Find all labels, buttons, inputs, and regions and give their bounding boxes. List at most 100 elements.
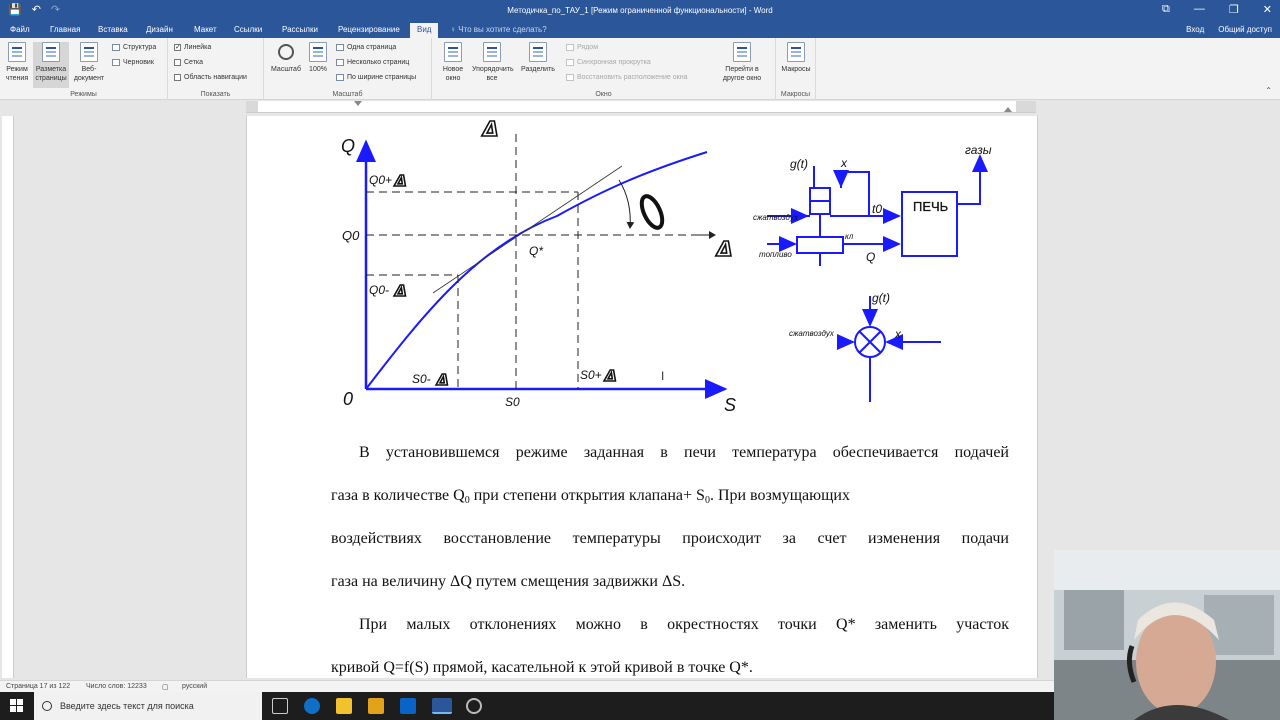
group-macros: Макросы Макросы [776,38,816,100]
app-icon[interactable] [466,698,482,714]
proofing-icon[interactable]: ▢ [162,683,169,691]
ruler-right-margin [1016,101,1036,112]
s0-label: S0 [505,395,520,409]
text-cursor-icon: I [661,369,664,383]
tangent-line [432,165,623,294]
sync-scroll-icon [566,59,574,66]
outline-icon [112,44,120,51]
ribbon-display-icon[interactable]: ⧉ [1162,3,1170,16]
reset-position-button[interactable]: Восстановить расположение окна [566,74,687,81]
task-view-icon[interactable] [272,698,288,714]
reset-position-icon [566,74,574,81]
close-button[interactable]: ✕ [1263,3,1272,16]
sync-scroll-button[interactable]: Синхронная прокрутка [566,59,651,66]
tab-view[interactable]: Вид [410,23,439,38]
tab-layout[interactable]: Макет [194,25,217,34]
tab-home[interactable]: Главная [50,25,80,34]
delta-q-plus-icon: Δ [394,172,407,190]
text-line: При малых отклонениях можно в окрестност… [359,616,1009,633]
webcam-image [1054,550,1280,720]
group-label-show: Показать [200,91,231,98]
zoom-100-button[interactable]: 100% [306,42,330,74]
word-count[interactable]: Число слов: 12233 [86,683,147,690]
paragraph-1: В установившемся режиме заданная в печи … [331,431,1009,603]
right-indent-marker-icon[interactable] [1004,107,1012,112]
indent-marker-icon[interactable] [354,101,362,106]
y-axis-label: Q [341,136,355,156]
split-icon [529,42,547,62]
text-span: . При возмущающих [709,487,850,504]
junction-gt-label: g(t) [872,291,890,305]
delta-s-minus-icon: Δ [436,371,449,389]
side-by-side-button[interactable]: Рядом [566,44,598,51]
macros-icon [787,42,805,62]
s0-plus-label: S0+ [580,368,602,382]
page-count[interactable]: Страница 17 из 122 [6,683,70,690]
delta-s-right-icon: Δ [715,237,732,261]
outline-button[interactable]: Структура [112,44,156,51]
print-layout-button[interactable]: Разметка страницы [33,42,69,88]
draft-button[interactable]: Черновик [112,59,154,66]
minimize-button[interactable]: — [1194,3,1205,16]
tab-design[interactable]: Дизайн [146,25,173,34]
ribbon-tabs: Файл Главная Вставка Дизайн Макет Ссылки… [0,22,1280,38]
share-button[interactable]: Общий доступ [1218,25,1272,34]
delta-q-minus-icon: Δ [394,282,407,300]
maximize-button[interactable]: ❐ [1229,3,1239,16]
text-line: газа в количестве Q0 при степени открыти… [331,474,1009,517]
collapse-ribbon-icon[interactable]: ⌃ [1265,86,1272,95]
ruler-checkbox[interactable]: ✓ Линейка [174,44,211,51]
tab-mailings[interactable]: Рассылки [282,25,318,34]
summing-junction [837,296,941,402]
nav-pane-checkbox[interactable]: Область навигации [174,74,247,81]
arrange-all-button[interactable]: Упорядочить все [472,42,514,83]
furnace-label: ПЕЧЬ [913,199,948,214]
tab-references[interactable]: Ссылки [234,25,262,34]
q-star-label: Q* [529,244,543,258]
text-line: воздействиях восстановление температуры … [331,530,1009,547]
delta-symbols: Δ Δ Δ Δ Δ Δ [393,116,733,390]
split-button[interactable]: Разделить [518,42,558,74]
search-icon [42,701,52,711]
multi-page-button[interactable]: Несколько страниц [336,59,409,66]
vertical-ruler[interactable] [2,116,14,678]
store-icon[interactable] [368,698,384,714]
mail-icon[interactable] [400,698,416,714]
tell-me-search[interactable]: ♀ Что вы хотите сделать? [450,25,547,34]
edge-icon[interactable] [304,698,320,714]
text-span: при степени открытия клапана+ S [469,487,705,504]
tab-insert[interactable]: Вставка [98,25,128,34]
delta-q-top-icon: Δ [481,117,498,141]
text-line: газа на величину ΔQ путем смещения задви… [331,573,686,590]
start-button[interactable] [0,692,34,720]
file-explorer-icon[interactable] [336,698,352,714]
new-window-button[interactable]: Новое окно [436,42,470,83]
diagram-figure: Q S 0 Q0 Q0+ Q0- S0 S0+ S0- Q* Δ Δ Δ Δ Δ… [341,116,992,415]
s0-minus-label: S0- [412,372,431,386]
taskbar-search[interactable]: Введите здесь текст для поиска [34,692,262,720]
tab-file[interactable]: Файл [10,25,30,34]
one-page-button[interactable]: Одна страница [336,44,396,51]
word-icon[interactable] [432,698,452,714]
zoom-button[interactable]: Масштаб [268,42,304,74]
gridlines-checkbox[interactable]: Сетка [174,59,203,66]
web-layout-button[interactable]: Веб-документ [72,42,106,83]
group-show: ✓ Линейка Сетка Область навигации Показат… [168,38,264,100]
page-width-button[interactable]: По ширине страницы [336,74,416,81]
signin-link[interactable]: Вход [1186,25,1204,34]
magnifier-icon [278,44,294,60]
text-span: газа в количестве Q [331,487,465,504]
tab-review[interactable]: Рецензирование [338,25,400,34]
junction-air-label: сжатвоздух [789,329,835,338]
horizontal-ruler[interactable] [246,101,1036,113]
switch-window-button[interactable]: Перейти в другое окно [716,42,768,83]
t0-label: t0 [872,202,882,216]
macros-button[interactable]: Макросы [778,42,814,74]
q0-plus-label: Q0+ [369,173,392,187]
angle-arc [618,179,635,229]
read-mode-button[interactable]: Режим чтения [2,42,32,83]
alpha-symbol-icon [639,194,665,230]
document-page[interactable]: Q S 0 Q0 Q0+ Q0- S0 S0+ S0- Q* Δ Δ Δ Δ Δ… [246,116,1038,678]
language-indicator[interactable]: русский [182,683,207,690]
characteristic-curve [365,151,708,390]
